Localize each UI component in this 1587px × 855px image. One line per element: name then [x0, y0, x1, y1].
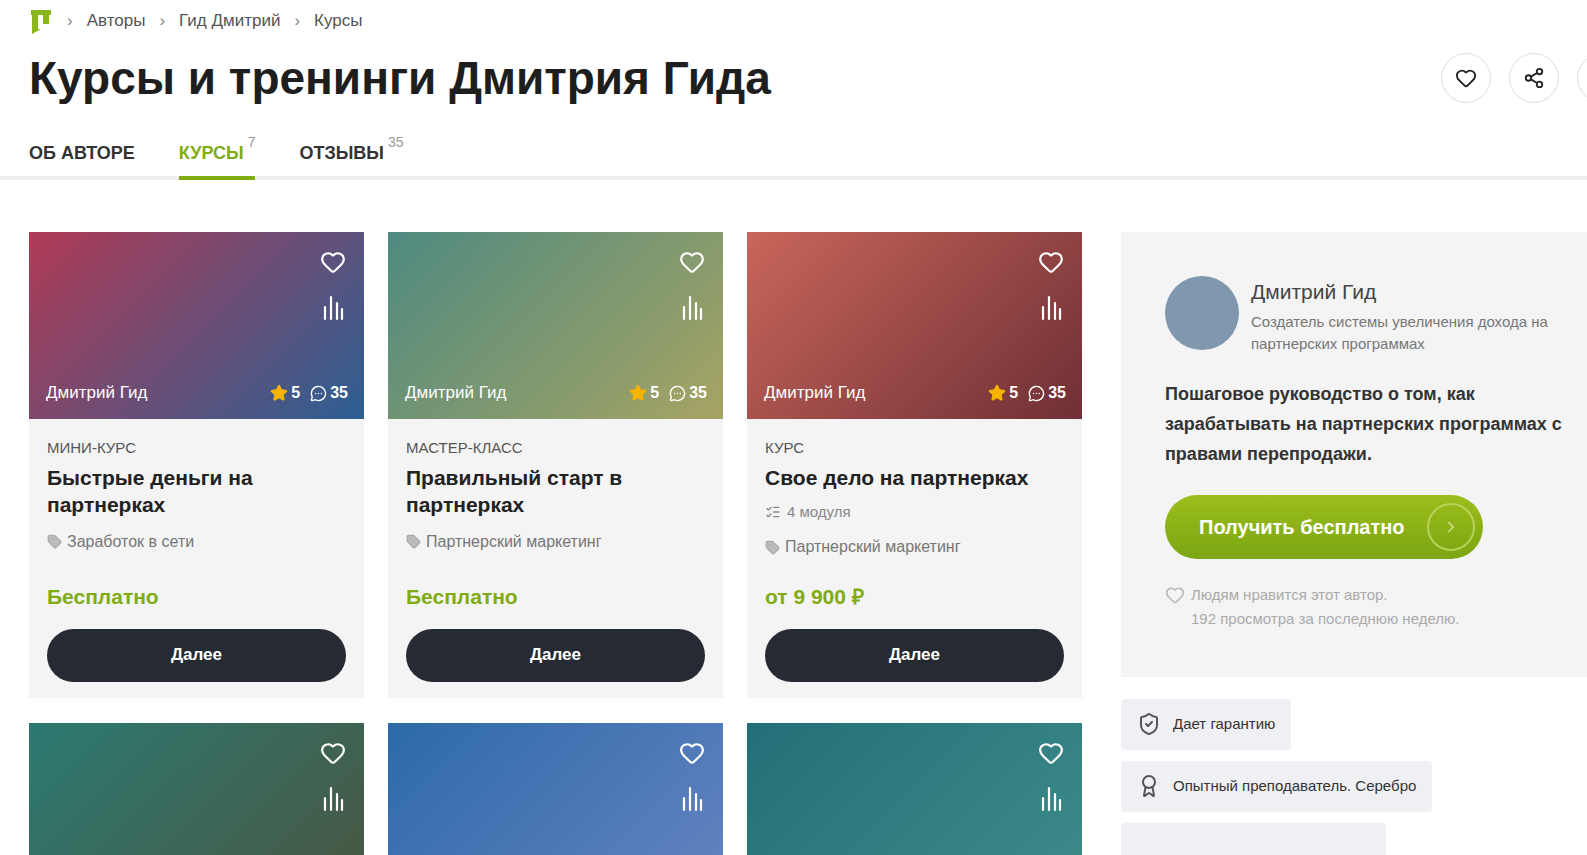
- course-image[interactable]: Дмитрий Гид 5 35: [388, 232, 723, 419]
- course-type: КУРС: [765, 437, 1064, 460]
- course-reviews: 35: [669, 381, 707, 405]
- course-reviews: 35: [310, 381, 348, 405]
- tag-icon: [47, 534, 62, 549]
- stats-icon[interactable]: [681, 786, 703, 812]
- breadcrumb-item[interactable]: Курсы: [314, 8, 362, 34]
- course-category[interactable]: Партнерский маркетинг: [406, 530, 705, 554]
- views-text: 192 просмотра за последнюю неделю.: [1191, 607, 1459, 631]
- author-pitch: Пошаговое руководство о том, как зарабат…: [1165, 379, 1565, 469]
- page-title: Курсы и тренинги Дмитрия Гида: [29, 50, 771, 106]
- tab-bar: ОБ АВТОРЕ КУРСЫ7 ОТЗЫВЫ35: [0, 136, 1587, 180]
- course-card[interactable]: Дмитрий Гид 5 35 МИНИ-КУРС Быстрые деньги на…: [29, 232, 364, 698]
- course-card[interactable]: [747, 723, 1082, 855]
- favorite-icon[interactable]: [679, 249, 705, 275]
- favorite-icon[interactable]: [679, 740, 705, 766]
- course-image[interactable]: [747, 723, 1082, 855]
- heart-icon: [1455, 67, 1477, 89]
- logo-icon[interactable]: [29, 8, 53, 34]
- star-icon: [988, 384, 1006, 402]
- likes-text: Людям нравится этот автор.: [1191, 583, 1459, 607]
- details-button[interactable]: Далее: [406, 629, 705, 682]
- course-title[interactable]: Правильный старт в партнерках: [406, 464, 705, 518]
- share-icon: [1523, 67, 1545, 89]
- stats-icon[interactable]: [322, 295, 344, 321]
- author-description: Создатель системы увеличения дохода на п…: [1251, 311, 1577, 355]
- course-rating: 5: [988, 381, 1018, 405]
- course-image[interactable]: Дмитрий Гид 5 35: [747, 232, 1082, 419]
- course-reviews: 35: [1028, 381, 1066, 405]
- author-name[interactable]: Дмитрий Гид: [1251, 276, 1577, 308]
- tag-icon: [406, 534, 421, 549]
- breadcrumb-separator: ›: [294, 8, 300, 34]
- medal-icon: [1137, 774, 1161, 798]
- course-grid: Дмитрий Гид 5 35 МИНИ-КУРС Быстрые деньги на…: [29, 232, 1082, 855]
- tag-icon: [765, 540, 780, 555]
- author-badge: [1121, 823, 1386, 855]
- tab[interactable]: КУРСЫ7: [179, 136, 256, 180]
- course-author: Дмитрий Гид: [764, 380, 865, 406]
- favorite-icon[interactable]: [1038, 740, 1064, 766]
- course-category[interactable]: Заработок в сети: [47, 530, 346, 554]
- tab[interactable]: ОБ АВТОРЕ: [29, 136, 135, 180]
- course-rating: 5: [629, 381, 659, 405]
- shield-icon: [1137, 712, 1161, 736]
- favorite-icon[interactable]: [320, 249, 346, 275]
- course-modules: 4 модуля: [765, 501, 1064, 524]
- page: › Авторы › Гид Дмитрий › Курсы Курсы и тренинг…: [0, 0, 1587, 855]
- favorite-button[interactable]: [1441, 53, 1491, 103]
- comment-icon: [669, 385, 686, 402]
- like-icon[interactable]: [1165, 585, 1185, 605]
- course-price: Бесплатно: [406, 559, 705, 613]
- stats-icon[interactable]: [322, 786, 344, 812]
- comment-icon: [1028, 385, 1045, 402]
- course-card[interactable]: Дмитрий Гид 5 35 КУРС Свое дело на партнерка…: [747, 232, 1082, 698]
- share-button[interactable]: [1509, 53, 1559, 103]
- favorite-icon[interactable]: [320, 740, 346, 766]
- breadcrumb: › Авторы › Гид Дмитрий › Курсы: [29, 0, 1587, 34]
- author-badge: Опытный преподаватель. Серебро: [1121, 761, 1432, 812]
- course-image[interactable]: [29, 723, 364, 855]
- course-image[interactable]: Дмитрий Гид 5 35: [29, 232, 364, 419]
- author-badge: Дает гарантию: [1121, 699, 1291, 750]
- course-title[interactable]: Быстрые деньги на партнерках: [47, 464, 346, 518]
- details-button[interactable]: Далее: [47, 629, 346, 682]
- course-author: Дмитрий Гид: [46, 380, 147, 406]
- breadcrumb-separator: ›: [67, 8, 73, 34]
- stats-icon[interactable]: [1040, 295, 1062, 321]
- stats-icon[interactable]: [1040, 786, 1062, 812]
- get-free-button[interactable]: Получить бесплатно: [1165, 495, 1483, 559]
- tab-count: 7: [248, 132, 256, 153]
- course-image[interactable]: [388, 723, 723, 855]
- tab-count: 35: [388, 132, 404, 153]
- tab[interactable]: ОТЗЫВЫ35: [299, 136, 403, 180]
- course-title[interactable]: Свое дело на партнерках: [765, 464, 1064, 491]
- course-author: Дмитрий Гид: [405, 380, 506, 406]
- course-type: МАСТЕР-КЛАСС: [406, 437, 705, 460]
- author-avatar[interactable]: [1165, 276, 1239, 350]
- course-card[interactable]: [29, 723, 364, 855]
- breadcrumb-separator: ›: [159, 8, 165, 34]
- breadcrumb-item[interactable]: Авторы: [87, 8, 146, 34]
- course-rating: 5: [270, 381, 300, 405]
- course-card[interactable]: [388, 723, 723, 855]
- course-price: от 9 900 ₽: [765, 559, 1064, 613]
- star-icon: [270, 384, 288, 402]
- author-panel: Дмитрий ГидСоздатель системы увеличения …: [1121, 232, 1587, 677]
- arrow-icon: [1442, 518, 1460, 536]
- course-card[interactable]: Дмитрий Гид 5 35 МАСТЕР-КЛАСС Правильный ста…: [388, 232, 723, 698]
- course-category[interactable]: Партнерский маркетинг: [765, 535, 1064, 559]
- stats-icon[interactable]: [681, 295, 703, 321]
- more-button[interactable]: [1577, 53, 1587, 103]
- modules-icon: [765, 504, 781, 520]
- course-price: Бесплатно: [47, 559, 346, 613]
- breadcrumb-item[interactable]: Гид Дмитрий: [179, 8, 280, 34]
- star-icon: [629, 384, 647, 402]
- course-type: МИНИ-КУРС: [47, 437, 346, 460]
- favorite-icon[interactable]: [1038, 249, 1064, 275]
- details-button[interactable]: Далее: [765, 629, 1064, 682]
- comment-icon: [310, 385, 327, 402]
